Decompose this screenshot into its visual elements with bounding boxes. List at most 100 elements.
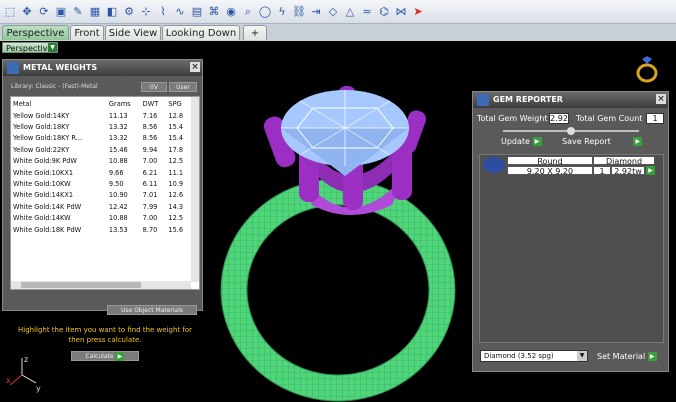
tab-looking-down[interactable]: Looking Down xyxy=(162,25,240,40)
gem-list[interactable]: Round Diamond 9.20 X 9.20 1 2.92tw ▶ xyxy=(479,154,664,343)
table-cell: 7.00 xyxy=(142,214,158,223)
table-cell: 6.11 xyxy=(142,180,158,189)
save-report-button[interactable]: Save Report ▶ xyxy=(562,137,643,146)
tab-front[interactable]: Front xyxy=(70,25,104,40)
select-icon[interactable]: ⬚ xyxy=(3,5,17,19)
close-icon[interactable]: × xyxy=(190,62,200,72)
zoom-icon[interactable]: ⌕ xyxy=(241,5,255,19)
user-button[interactable]: User xyxy=(169,82,197,92)
table-row[interactable]: Yellow Gold:18KY 13.32 8.56 15.4 xyxy=(11,121,191,132)
update-label: Update xyxy=(501,137,530,146)
axis-z-label: z xyxy=(24,355,28,364)
render-icon[interactable]: ◉ xyxy=(224,5,238,19)
total-gem-weight-value: 2.92 xyxy=(549,113,569,124)
table-row[interactable]: Yellow Gold:18KY R... 13.32 8.56 15.4 xyxy=(11,133,191,144)
edit-icon[interactable]: ✎ xyxy=(71,5,85,19)
table-row[interactable]: White Gold:14KX1 10.90 7.01 12.6 xyxy=(11,190,191,201)
use-object-materials-button[interactable]: Use Object Materials xyxy=(107,305,197,315)
material-select[interactable]: Diamond (3.52 spg) ▼ xyxy=(480,350,588,362)
move-icon[interactable]: ✥ xyxy=(20,5,34,19)
shape-icon[interactable]: ◇ xyxy=(326,5,340,19)
table-cell: 10.9 xyxy=(168,180,184,189)
link-icon[interactable]: ⛓ xyxy=(292,5,306,19)
add-tab-button[interactable]: + xyxy=(243,25,267,40)
table-row[interactable]: White Gold:14K PdW 12.42 7.99 14.3 xyxy=(11,201,191,212)
arrow-icon[interactable]: ⇥ xyxy=(309,5,323,19)
bolt-icon[interactable]: ϟ xyxy=(275,5,289,19)
table-cell: 7.00 xyxy=(142,157,158,166)
column-header[interactable]: DWT xyxy=(141,97,167,110)
wave-icon[interactable]: ≈ xyxy=(360,5,374,19)
slider-handle[interactable] xyxy=(567,127,575,135)
table-cell: 7.99 xyxy=(142,202,158,211)
curve-icon[interactable]: ∿ xyxy=(173,5,187,19)
table-cell: 10.88 xyxy=(108,214,128,223)
view-dropdown[interactable]: Perspective ▼ xyxy=(2,42,58,53)
table-row[interactable]: White Gold:9K PdW 10.88 7.00 12.5 xyxy=(11,156,191,167)
column-header[interactable]: Metal xyxy=(11,97,107,110)
gem-size: 9.20 X 9.20 xyxy=(507,166,593,176)
red-arrow-icon[interactable]: ➤ xyxy=(411,5,425,19)
table-row[interactable]: White Gold:18K PdW 13.53 8.70 15.6 xyxy=(11,224,191,235)
table-row[interactable]: White Gold:10KW 9.50 6.11 10.9 xyxy=(11,178,191,189)
wire-icon[interactable]: ⌇ xyxy=(156,5,170,19)
tab-side-view[interactable]: Side View xyxy=(105,25,161,40)
table-header: Metal Grams DWT SPG xyxy=(11,97,191,110)
play-icon[interactable]: ▶ xyxy=(646,166,655,175)
total-gem-weight-label: Total Gem Weight xyxy=(477,114,548,123)
gem-material: Diamond xyxy=(593,156,655,166)
table-cell: Yellow Gold:18KY xyxy=(13,123,70,132)
table-row[interactable]: Yellow Gold:22KY 15.46 9.94 17.8 xyxy=(11,144,191,155)
table-row[interactable]: Yellow Gold:14KY 11.13 7.16 12.8 xyxy=(11,110,191,121)
rotate-icon[interactable]: ⟳ xyxy=(37,5,51,19)
use-object-label: Use Object Materials xyxy=(120,307,184,314)
table-cell: 9.66 xyxy=(108,168,124,177)
column-header[interactable]: SPG xyxy=(166,97,191,110)
ring-logo-icon xyxy=(636,56,658,83)
axis-y-label: y xyxy=(36,384,41,393)
diamond-icon xyxy=(483,157,505,173)
horizontal-scrollbar[interactable] xyxy=(11,281,191,289)
vertical-scrollbar[interactable] xyxy=(191,97,199,282)
axis-x-label: x xyxy=(6,376,11,385)
box-icon[interactable]: ▣ xyxy=(54,5,68,19)
mountain-icon[interactable]: △ xyxy=(343,5,357,19)
table-cell: 9.94 xyxy=(142,145,158,154)
table-cell: 11.1 xyxy=(168,168,184,177)
table-cell: 15.46 xyxy=(108,145,128,154)
table-cell: White Gold:14KX1 xyxy=(13,191,74,200)
update-button[interactable]: Update ▶ xyxy=(501,137,542,146)
table-row[interactable]: White Gold:10KX1 9.66 6.21 11.1 xyxy=(11,167,191,178)
column-header[interactable]: Grams xyxy=(107,97,141,110)
total-gem-count-value: 1 xyxy=(646,113,664,124)
close-icon[interactable]: × xyxy=(656,94,666,104)
zero-v-label: 0V xyxy=(150,84,158,91)
snap-icon[interactable]: ⊹ xyxy=(139,5,153,19)
play-icon: ▶ xyxy=(532,137,542,146)
gear-icon[interactable]: ⚙ xyxy=(122,5,136,19)
calculate-button[interactable]: Calculate ▶ xyxy=(71,351,139,361)
table-cell: 11.13 xyxy=(108,111,128,120)
net-icon[interactable]: ⋈ xyxy=(394,5,408,19)
tab-perspective[interactable]: Perspective xyxy=(2,25,69,40)
gem-shape: Round xyxy=(507,156,593,166)
gem-weight: 2.92tw xyxy=(611,166,645,176)
table-row[interactable]: White Gold:14KW 10.88 7.00 12.5 xyxy=(11,213,191,224)
table-cell: 6.21 xyxy=(142,168,158,177)
gem-icon xyxy=(477,94,489,106)
knot-icon[interactable]: ⌘ xyxy=(207,5,221,19)
eraser-icon[interactable]: ◧ xyxy=(105,5,119,19)
grid-icon[interactable]: ▦ xyxy=(88,5,102,19)
view-bar xyxy=(0,41,676,53)
metal-table[interactable]: Metal Grams DWT SPG Yellow Gold:14KY 11.13 7.… xyxy=(10,96,200,290)
table-cell: 15.4 xyxy=(168,123,184,132)
gem-reporter-header: GEM REPORTER × xyxy=(473,92,668,108)
dna-icon[interactable]: ⌬ xyxy=(377,5,391,19)
scroll-thumb[interactable] xyxy=(21,282,141,288)
ring-icon[interactable]: ◯ xyxy=(258,5,272,19)
table-icon[interactable]: ▤ xyxy=(190,5,204,19)
set-material-button[interactable]: Set Material ▶ xyxy=(597,352,657,361)
zero-v-button[interactable]: 0V xyxy=(141,82,167,92)
table-cell: 8.70 xyxy=(142,225,158,234)
table-cell: 13.32 xyxy=(108,123,128,132)
